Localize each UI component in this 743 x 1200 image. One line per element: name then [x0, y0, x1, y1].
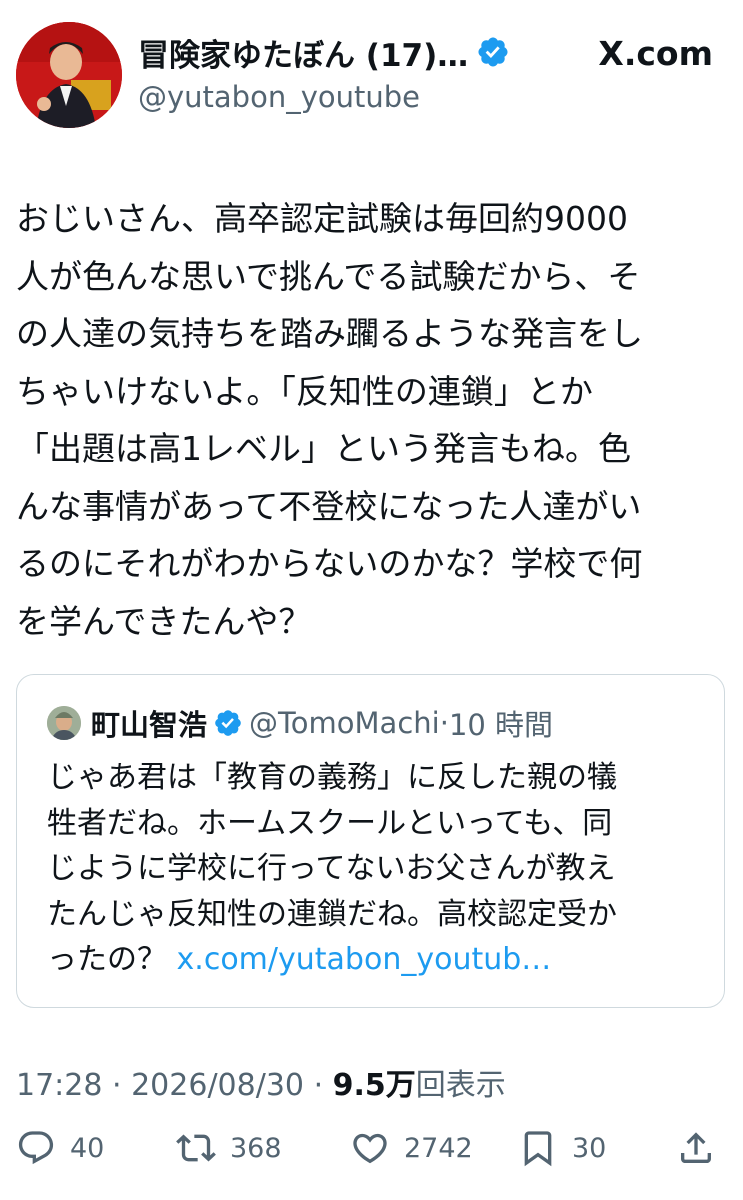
reply-button[interactable]: 40 — [16, 1120, 104, 1176]
like-icon — [353, 1133, 387, 1164]
tweet-meta: 17:28 · 2026/08/30 · 9.5万回表示 — [16, 1060, 506, 1104]
views-label: 回表示 — [415, 1068, 506, 1103]
quoted-tweet-link[interactable]: x.com/yutabon_youtub… — [177, 942, 552, 977]
repost-button[interactable]: 368 — [176, 1120, 282, 1176]
verified-badge-icon — [215, 710, 241, 736]
like-count: 2742 — [404, 1132, 473, 1164]
separator-dot: · — [313, 1068, 333, 1103]
tweet-text: おじいさん、高卒認定試験は毎回約9000 人が色んな思いで挑んでる試験だから、そ… — [16, 199, 643, 641]
verified-badge-icon — [478, 37, 508, 67]
tweet-time[interactable]: 17:28 — [16, 1068, 102, 1103]
bookmark-button[interactable]: 30 — [518, 1120, 606, 1176]
share-button[interactable] — [676, 1120, 716, 1176]
author-display-name[interactable]: 冒険家ゆたぼん (17)… — [138, 30, 468, 75]
quoted-tweet-text: じゃあ君は「教育の義務」に反した親の犠 牲者だね。ホームスクールといっても、同 … — [47, 755, 707, 983]
bookmark-count: 30 — [572, 1132, 607, 1164]
author-handle[interactable]: @yutabon_youtube — [138, 80, 420, 114]
reply-count: 40 — [70, 1132, 105, 1164]
tweet-date[interactable]: 2026/08/30 — [131, 1068, 304, 1103]
quoted-tweet-time: 10 時間 — [448, 708, 554, 742]
separator-dot: · — [439, 706, 449, 740]
quoted-author-name[interactable]: 町山智浩 — [91, 702, 207, 744]
repost-icon — [176, 1134, 216, 1162]
bookmark-icon — [524, 1131, 552, 1167]
source-label: X.com — [598, 34, 713, 73]
action-bar: 40 368 2742 30 — [0, 1120, 743, 1180]
author-avatar[interactable] — [16, 22, 122, 128]
separator-dot: · — [112, 1068, 132, 1103]
x-logo-icon[interactable]: X.com — [598, 34, 713, 73]
quoted-tweet[interactable]: 町山智浩 @TomoMachi · 10 時間 じゃあ君は「教育の義務」に反した… — [16, 674, 725, 1008]
author-name-row: 冒険家ゆたぼん (17)… — [138, 28, 510, 76]
share-icon — [681, 1132, 711, 1163]
repost-count: 368 — [230, 1132, 282, 1164]
reply-icon — [18, 1131, 54, 1165]
views-count: 9.5万 — [332, 1068, 416, 1103]
quoted-tweet-header: 町山智浩 @TomoMachi · 10 時間 — [47, 703, 553, 743]
quoted-author-handle[interactable]: @TomoMachi — [249, 706, 440, 740]
quoted-author-avatar[interactable] — [47, 706, 81, 740]
like-button[interactable]: 2742 — [350, 1120, 473, 1176]
tweet-header: 冒険家ゆたぼん (17)… @yutabon_youtube X.com — [0, 0, 743, 130]
